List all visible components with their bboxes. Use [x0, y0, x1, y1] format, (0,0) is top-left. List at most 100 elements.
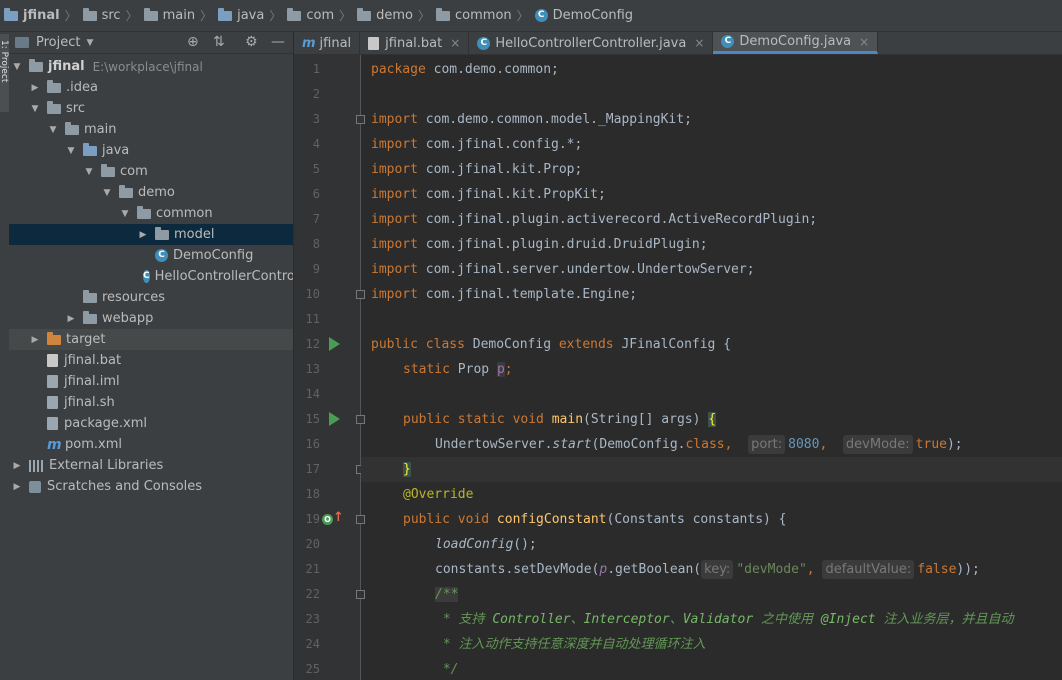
close-tab-icon[interactable]: ×	[859, 35, 869, 49]
collapse-arrow-icon[interactable]: ▶	[29, 335, 41, 345]
parameter-hint: key:	[701, 560, 734, 579]
collapse-arrow-icon[interactable]: ▶	[11, 482, 23, 492]
code-line-import: import com.jfinal.kit.Prop;	[371, 162, 583, 177]
expand-arrow-icon[interactable]: ▼	[119, 209, 131, 219]
expand-arrow-icon[interactable]: ▼	[101, 188, 113, 198]
tree-item-label: common	[156, 206, 213, 221]
line-number: 10	[305, 287, 320, 301]
tree-item[interactable]: ▼ jfinal E:\workplace\jfinal	[9, 56, 293, 77]
line-number: 5	[312, 162, 320, 176]
project-tool-tab-label: 1: Project	[0, 40, 9, 83]
tree-item[interactable]: ▼ common	[9, 203, 293, 224]
tree-item[interactable]: ▼ com	[9, 161, 293, 182]
tree-item-label: jfinal.iml	[64, 374, 120, 389]
code-line-13: static Prop p;	[403, 362, 513, 377]
code-line-12: public class DemoConfig extends JFinalCo…	[371, 337, 732, 352]
editor-tab[interactable]: C DemoConfig.java ×	[713, 32, 879, 54]
breadcrumb-item[interactable]: main 〉	[143, 7, 219, 24]
code-line-18: @Override	[403, 487, 474, 502]
expand-arrow-icon[interactable]: ▼	[65, 146, 77, 156]
tree-item-label: External Libraries	[49, 458, 164, 473]
source-folder-icon	[83, 142, 97, 156]
tree-item-label: com	[120, 164, 148, 179]
run-gutter-icon[interactable]	[329, 337, 340, 351]
tree-item[interactable]: ▶ target	[9, 329, 293, 350]
tree-item[interactable]: ▼ src	[9, 98, 293, 119]
tree-item[interactable]: ▶ Scratches and Consoles	[9, 476, 293, 497]
tree-item[interactable]: C HelloControllerController	[9, 266, 293, 287]
tree-item-label: jfinal.sh	[64, 395, 115, 410]
line-number: 18	[305, 487, 320, 501]
code-line-23: * 支持 Controller、Interceptor、Validator 之中…	[435, 612, 1014, 627]
breadcrumb-item[interactable]: java 〉	[218, 7, 287, 24]
expand-arrow-icon[interactable]: ▼	[47, 125, 59, 135]
chevron-right-icon: 〉	[339, 9, 352, 23]
tree-item[interactable]: jfinal.bat	[9, 350, 293, 371]
package-icon	[155, 226, 169, 240]
project-view-icon	[15, 37, 29, 48]
override-method-icon[interactable]: O	[322, 514, 333, 525]
breadcrumb-item[interactable]: C DemoConfig	[534, 8, 633, 23]
collapse-all-icon[interactable]: ⇅	[213, 34, 225, 50]
override-arrow-icon[interactable]: ↑	[333, 510, 344, 525]
tree-item[interactable]: m pom.xml	[9, 434, 293, 455]
tree-item-label: Scratches and Consoles	[47, 479, 203, 494]
tree-item-label: jfinal.bat	[64, 353, 122, 368]
tree-item-label: pom.xml	[65, 437, 122, 452]
tree-item[interactable]: ▶ External Libraries	[9, 455, 293, 476]
tree-item[interactable]: ▶ webapp	[9, 308, 293, 329]
editor-tab[interactable]: m jfinal	[294, 32, 361, 54]
tree-item[interactable]: ▼ java	[9, 140, 293, 161]
collapse-arrow-icon[interactable]: ▶	[11, 461, 23, 471]
collapse-arrow-icon[interactable]: ▶	[65, 314, 77, 324]
breadcrumb-label: jfinal	[23, 8, 60, 23]
tree-item[interactable]: ▼ demo	[9, 182, 293, 203]
dropdown-arrow-icon[interactable]: ▼	[86, 38, 93, 48]
locate-target-icon[interactable]: ⊕	[187, 34, 199, 50]
maven-icon: m	[302, 35, 316, 51]
collapse-arrow-icon[interactable]: ▶	[29, 83, 41, 93]
tree-item[interactable]: C DemoConfig	[9, 245, 293, 266]
line-number: 14	[305, 387, 320, 401]
run-gutter-icon[interactable]	[329, 412, 340, 426]
code-line-22: /**	[435, 587, 459, 602]
breadcrumb-item[interactable]: jfinal 〉	[4, 7, 83, 24]
expand-arrow-icon[interactable]: ▼	[83, 167, 95, 177]
collapse-arrow-icon[interactable]: ▶	[137, 230, 149, 240]
code-editor[interactable]: package com.demo.common; import com.demo…	[361, 55, 1062, 680]
tree-item[interactable]: jfinal.sh	[9, 392, 293, 413]
tree-item[interactable]: package.xml	[9, 413, 293, 434]
settings-gear-icon[interactable]: ⚙	[245, 34, 258, 50]
editor-tab[interactable]: jfinal.bat ×	[360, 32, 470, 54]
close-tab-icon[interactable]: ×	[450, 36, 460, 50]
line-number: 1	[312, 62, 320, 76]
hide-panel-icon[interactable]: —	[271, 34, 285, 50]
close-tab-icon[interactable]: ×	[694, 36, 704, 50]
breadcrumb-label: src	[101, 8, 121, 23]
code-line-import: import com.demo.common.model._MappingKit…	[371, 112, 692, 127]
folder-icon	[47, 79, 61, 93]
folder-icon	[357, 7, 372, 21]
xml-file-icon	[47, 417, 58, 430]
maven-icon: m	[47, 436, 62, 453]
expand-arrow-icon[interactable]: ▼	[11, 62, 23, 72]
tree-item[interactable]: ▶ model	[9, 224, 293, 245]
editor-tab[interactable]: C HelloControllerController.java ×	[469, 32, 714, 54]
parameter-hint: devMode:	[842, 435, 913, 454]
scratches-icon	[29, 480, 41, 493]
tree-item[interactable]: ▼ main	[9, 119, 293, 140]
expand-arrow-icon[interactable]: ▼	[29, 104, 41, 114]
line-number: 24	[305, 637, 320, 651]
breadcrumb-item[interactable]: src 〉	[82, 7, 144, 24]
breadcrumb-item[interactable]: demo 〉	[357, 7, 436, 24]
project-tool-tab[interactable]: 1: Project	[0, 34, 9, 112]
breadcrumb-item[interactable]: com 〉	[287, 7, 357, 24]
project-panel-header: Project ▼ ⊕ ⇅ ⚙ —	[9, 32, 293, 54]
tree-item[interactable]: resources	[9, 287, 293, 308]
project-panel-title[interactable]: Project	[36, 35, 80, 50]
editor-tab-label: DemoConfig.java	[739, 34, 852, 49]
tree-item[interactable]: ▶ .idea	[9, 77, 293, 98]
java-class-icon: C	[143, 270, 150, 283]
breadcrumb-item[interactable]: common 〉	[436, 7, 535, 24]
tree-item[interactable]: jfinal.iml	[9, 371, 293, 392]
